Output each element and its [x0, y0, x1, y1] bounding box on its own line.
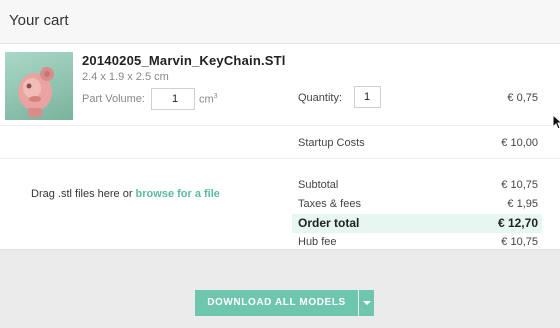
taxes-row: Taxes & fees € 1,95 — [292, 195, 542, 214]
item-file-name: 20140205_Marvin_KeyChain.STl — [82, 53, 286, 68]
quantity-input[interactable] — [354, 86, 381, 108]
dropzone-text: Drag .stl files here or — [31, 188, 136, 200]
item-dimensions: 2.4 x 1.9 x 2.5 cm — [82, 71, 169, 83]
browse-file-link[interactable]: browse for a file — [136, 188, 220, 200]
cart-item-row: 20140205_Marvin_KeyChain.STl 2.4 x 1.9 x… — [0, 44, 560, 126]
cart-footer: DOWNLOAD ALL MODELS — [0, 249, 560, 328]
hub-fee-label: Hub fee — [298, 236, 337, 248]
item-price: € 0,75 — [507, 92, 538, 104]
subtotal-row: Subtotal € 10,75 — [292, 176, 542, 195]
subtotal-value: € 10,75 — [501, 179, 538, 191]
quantity-label: Quantity: — [298, 92, 343, 104]
part-volume-label: Part Volume: — [82, 93, 145, 105]
hub-fee-value: € 10,75 — [501, 236, 538, 248]
caret-down-icon[interactable] — [359, 290, 374, 316]
taxes-value: € 1,95 — [507, 198, 538, 210]
file-dropzone[interactable]: Drag .stl files here or browse for a fil… — [31, 188, 220, 200]
mouse-cursor-icon — [552, 114, 560, 130]
startup-costs-price: € 10,00 — [501, 137, 538, 149]
order-total-value: € 12,70 — [497, 216, 538, 230]
startup-costs-row: Startup Costs € 10,00 — [0, 126, 560, 159]
part-volume-input[interactable] — [151, 88, 195, 110]
download-all-button[interactable]: DOWNLOAD ALL MODELS — [195, 290, 358, 316]
order-total-label: Order total — [298, 216, 360, 230]
part-volume-unit: cm3 — [199, 93, 218, 106]
keychain-model-thumbnail[interactable] — [5, 52, 73, 120]
startup-costs-label: Startup Costs — [298, 137, 365, 149]
model-preview-icon — [18, 67, 54, 117]
subtotal-label: Subtotal — [298, 179, 339, 191]
page-title: Your cart — [9, 12, 69, 29]
taxes-label: Taxes & fees — [298, 198, 361, 210]
cart-header: Your cart — [0, 0, 560, 44]
order-total-row: Order total € 12,70 — [292, 214, 542, 233]
